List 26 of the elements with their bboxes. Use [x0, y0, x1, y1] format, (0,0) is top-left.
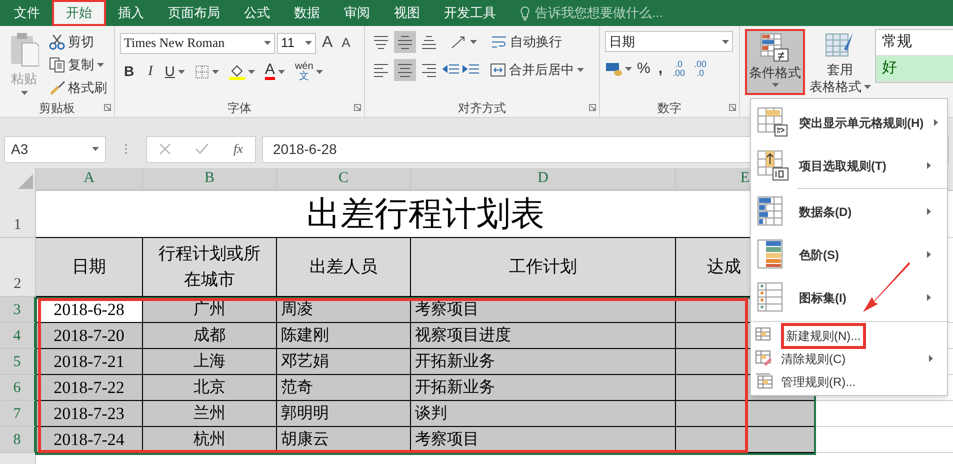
table-cell: 视察项目进度: [411, 323, 676, 349]
date-cell: 2018-7-22: [36, 375, 143, 401]
group-label: 剪贴板: [39, 100, 75, 117]
date-cell: 2018-7-21: [36, 349, 143, 375]
table-cell: 开拓新业务: [411, 349, 676, 375]
group-label: 数字: [658, 100, 682, 117]
table-cell: 谈判: [411, 401, 676, 427]
table-cell: 北京: [143, 375, 277, 401]
date-cell: 2018-7-23: [36, 401, 143, 427]
column-heading: 行程计划或所在城市: [158, 243, 262, 291]
sheet-title: 出差行程计划表: [306, 194, 544, 234]
column-heading: 工作计划: [509, 256, 577, 278]
date-cell: 2018-7-20: [36, 323, 143, 349]
column-heading: 日期: [72, 256, 106, 278]
table-cell: 兰州: [143, 401, 277, 427]
table-cell: 郭明明: [277, 401, 411, 427]
column-heading: 达成: [707, 256, 741, 278]
table-cell: 范奇: [277, 375, 411, 401]
group-label: 对齐方式: [458, 100, 506, 117]
group-label: 字体: [228, 100, 252, 117]
table-cell: 上海: [143, 349, 277, 375]
table-cell: 陈建刚: [277, 323, 411, 349]
table-cell: 成都: [143, 323, 277, 349]
table-cell: 邓艺娟: [277, 349, 411, 375]
column-heading: 出差人员: [310, 256, 378, 278]
table-cell: 开拓新业务: [411, 375, 676, 401]
